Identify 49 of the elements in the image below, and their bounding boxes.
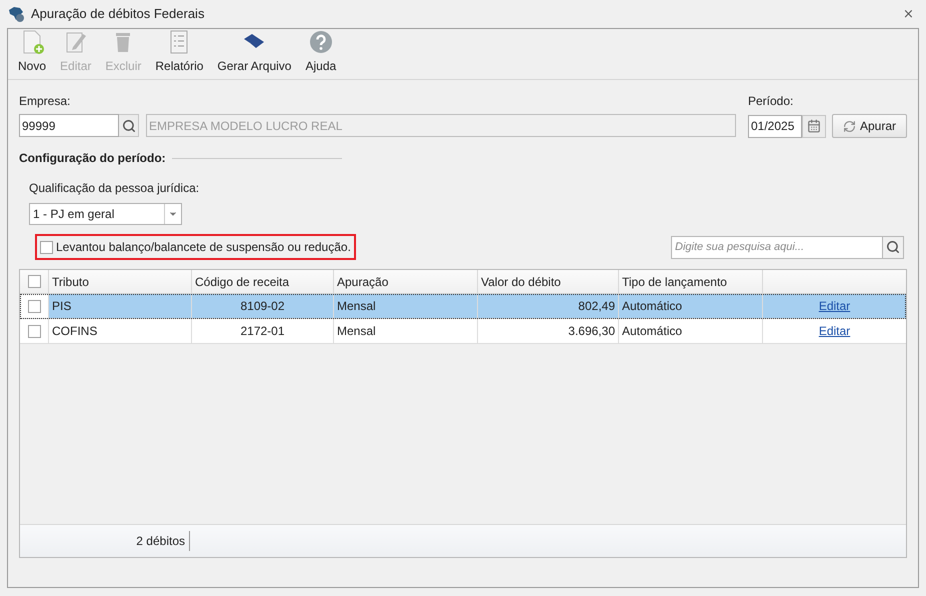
edit-link[interactable]: Editar [818, 297, 850, 315]
field-label: Período: [748, 93, 794, 110]
table-cell: Automático [619, 319, 763, 343]
close-button[interactable]: ⨯ [899, 4, 918, 24]
column-header[interactable]: Código de receita [192, 270, 334, 293]
toolbar-button[interactable]: Gerar Arquivo [217, 29, 292, 75]
table-cell: Automático [619, 294, 763, 318]
toolbar-button[interactable]: Ajuda [305, 29, 336, 75]
column-header[interactable]: Valor do débito [478, 270, 619, 293]
refresh-icon [842, 120, 856, 132]
table-cell: Mensal [334, 294, 478, 318]
table-cell: COFINS [49, 319, 192, 343]
table-cell: PIS [49, 294, 192, 318]
search-button[interactable] [119, 114, 139, 137]
table-row[interactable]: PIS 8109-02 Mensal 802,49 Automático Editar [20, 294, 906, 319]
apurar-button[interactable]: Apurar [832, 114, 907, 138]
company-code-field[interactable]: 99999 [19, 114, 119, 137]
field-label: Empresa: [19, 93, 72, 110]
app-logo-icon [8, 6, 26, 22]
search-icon [122, 118, 136, 132]
checkbox[interactable] [40, 240, 53, 254]
help-icon [308, 29, 334, 55]
table-cell: 8109-02 [192, 294, 334, 318]
table-row[interactable]: COFINS 2172-01 Mensal 3.696,30 Automático Editar [20, 319, 906, 344]
calendar-icon [807, 119, 821, 133]
toolbar-button[interactable]: Novo [18, 29, 46, 75]
table-cell: 3.696,30 [478, 319, 619, 343]
section-title: Configuração do período: [19, 150, 166, 167]
column-header[interactable]: Apuração [334, 270, 478, 293]
checkbox[interactable] [28, 275, 40, 288]
field-label: Qualificação da pessoa jurídica: [29, 180, 200, 197]
balance-checkbox-option[interactable]: Levantou balanço/balancete de suspensão ou redução. [35, 234, 356, 260]
checkbox[interactable] [28, 324, 40, 338]
table-cell: 802,49 [478, 294, 619, 318]
period-field[interactable]: 01/2025 [748, 114, 802, 138]
edit-link[interactable]: Editar [818, 322, 850, 340]
qualification-dropdown[interactable]: 1 - PJ em geral [29, 203, 182, 225]
toolbar-button[interactable]: Relatório [155, 29, 204, 75]
column-header[interactable]: Tributo [49, 270, 192, 293]
table-cell: Mensal [334, 319, 478, 343]
search-field[interactable]: Digite sua pesquisa aqui... [671, 236, 883, 258]
search-button[interactable] [883, 236, 904, 258]
search-icon [886, 240, 900, 254]
record-count: 2 débitos [20, 531, 190, 551]
table-cell: 2172-01 [192, 319, 334, 343]
checkbox[interactable] [28, 300, 40, 312]
window-title: Apuração de débitos Federais [31, 5, 206, 24]
calendar-button[interactable] [802, 114, 826, 138]
column-header[interactable]: Tipo de lançamento [619, 270, 763, 293]
